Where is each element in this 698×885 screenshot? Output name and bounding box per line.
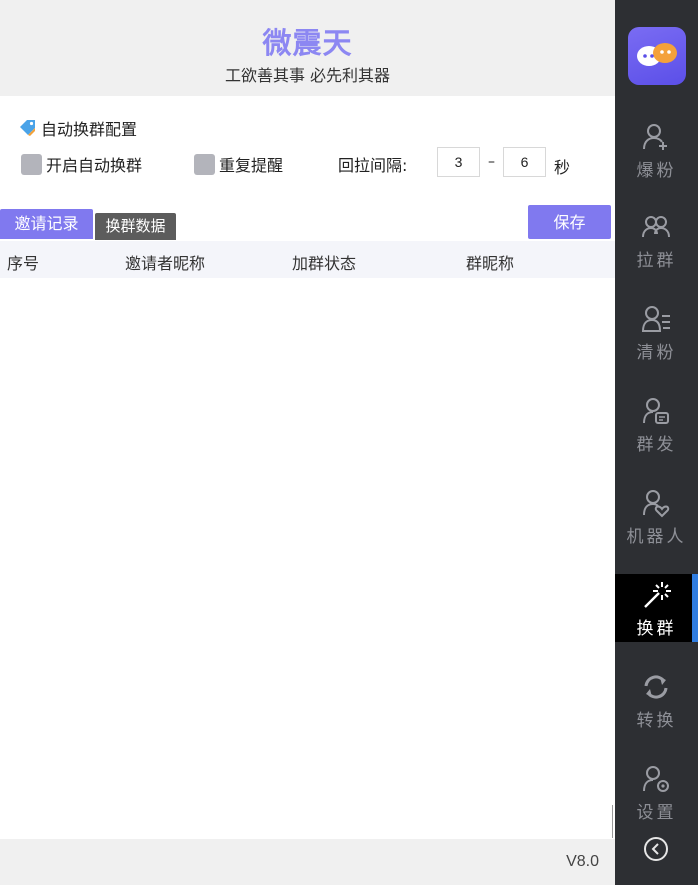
sidebar-item-pull-group[interactable]: 拉群	[615, 206, 698, 274]
user-list-icon	[641, 306, 670, 332]
sidebar-item-label: 群发	[636, 435, 677, 455]
user-plus-icon	[643, 124, 667, 150]
app-header: 微震天 工欲善其事 必先利其器	[0, 0, 615, 96]
column-header-inviter[interactable]: 邀请者昵称	[125, 250, 205, 274]
repeat-reminder-checkbox[interactable]: 重复提醒	[194, 152, 283, 176]
interval-max-input[interactable]: 6	[503, 147, 546, 177]
sidebar: 爆粉 拉群 清粉 群发 机器人 换群 转换 设置	[615, 0, 698, 885]
tab-switch-data[interactable]: 换群数据	[95, 213, 176, 240]
tab-invite-records[interactable]: 邀请记录	[0, 209, 93, 239]
checkbox-box[interactable]	[194, 153, 215, 175]
version-label: V8.0	[566, 853, 599, 870]
logo-icon	[637, 43, 677, 66]
save-button[interactable]: 保存	[528, 205, 611, 239]
sidebar-item-convert[interactable]: 转换	[615, 666, 698, 734]
sidebar-item-label: 机器人	[626, 527, 687, 547]
app-title: 微震天	[262, 26, 353, 60]
sidebar-item-label: 设置	[636, 803, 677, 823]
interval-separator: –	[488, 154, 495, 170]
interval-label: 回拉间隔:	[338, 156, 408, 175]
sidebar-item-label: 爆粉	[636, 161, 677, 181]
collapse-icon[interactable]	[643, 836, 669, 862]
sidebar-item-label: 转换	[636, 711, 677, 731]
user-message-icon	[643, 398, 669, 424]
repeat-reminder-label: 重复提醒	[219, 156, 284, 175]
user-heart-icon	[643, 490, 670, 518]
active-indicator	[692, 574, 698, 642]
refresh-icon	[644, 675, 668, 699]
config-title-text: 自动换群配置	[41, 120, 138, 139]
auto-switch-config: 自动换群配置 开启自动换群 重复提醒 回拉间隔: 3 – 6 秒	[0, 110, 615, 190]
column-header-index[interactable]: 序号	[7, 250, 39, 274]
sidebar-item-switch-group[interactable]: 换群	[615, 574, 698, 642]
users-icon	[642, 216, 670, 238]
sidebar-item-boost-fans[interactable]: 爆粉	[615, 116, 698, 184]
checkbox-box[interactable]	[21, 153, 42, 175]
enable-auto-switch-checkbox[interactable]: 开启自动换群	[21, 152, 142, 176]
footer-bar: V8.0	[0, 839, 615, 885]
config-title: 自动换群配置	[18, 117, 137, 139]
sidebar-item-label: 换群	[636, 619, 677, 639]
sidebar-item-label: 拉群	[636, 251, 677, 271]
enable-auto-switch-label: 开启自动换群	[46, 156, 143, 175]
app-logo	[628, 27, 686, 85]
invite-records-table: 序号 邀请者昵称 加群状态 群昵称	[0, 241, 615, 839]
scrollbar[interactable]	[612, 805, 613, 838]
app-subtitle: 工欲善其事 必先利其器	[224, 66, 391, 85]
sidebar-item-settings[interactable]: 设置	[615, 758, 698, 826]
table-body	[0, 278, 615, 839]
user-gear-icon	[643, 766, 669, 792]
column-header-group-nickname[interactable]: 群昵称	[466, 250, 514, 274]
config-tag-icon	[20, 120, 35, 136]
sidebar-item-label: 清粉	[636, 343, 677, 363]
sidebar-item-robot[interactable]: 机器人	[615, 482, 698, 550]
sidebar-item-clear-fans[interactable]: 清粉	[615, 298, 698, 366]
main-panel: 微震天 工欲善其事 必先利其器 自动换群配置 开启自动换群 重复提醒 回拉间隔:…	[0, 0, 615, 885]
interval-unit: 秒	[554, 158, 571, 177]
table-header: 序号 邀请者昵称 加群状态 群昵称	[0, 241, 615, 278]
sidebar-item-broadcast[interactable]: 群发	[615, 390, 698, 458]
magic-wand-icon	[644, 582, 671, 608]
interval-min-input[interactable]: 3	[437, 147, 480, 177]
column-header-join-status[interactable]: 加群状态	[292, 250, 356, 274]
